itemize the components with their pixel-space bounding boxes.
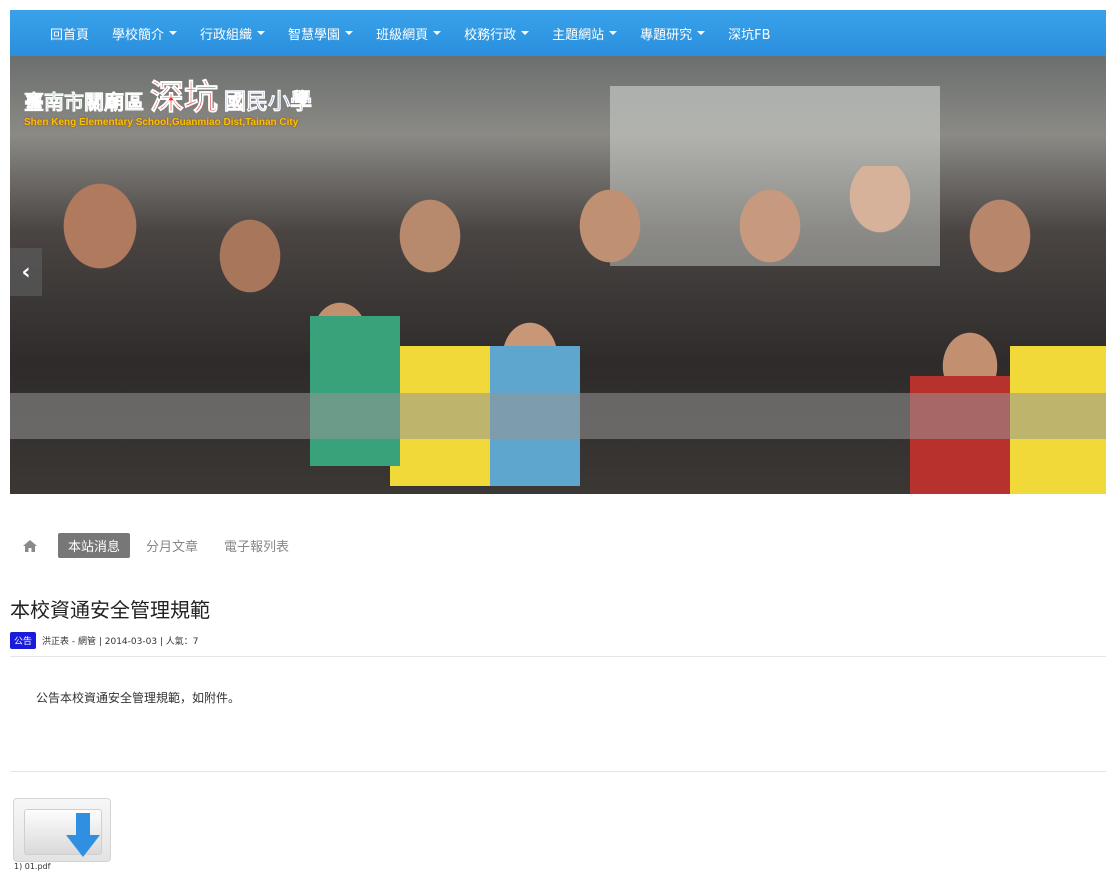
news-tabs: 本站消息 分月文章 電子報列表 [22,533,305,558]
banner-caption-band [10,393,1106,439]
nav-theme-sites[interactable]: 主題網站 [540,10,628,56]
tab-monthly-articles[interactable]: 分月文章 [136,533,208,558]
article-body-text: 公告本校資通安全管理規範，如附件。 [36,691,241,705]
download-arrow-icon [66,813,100,857]
attachment-filename[interactable]: 1) 01.pdf [14,862,50,871]
article-author-date: 洪正表 - 網管 | 2014-03-03 | 人氣：7 [42,637,199,647]
nav-school-admin[interactable]: 校務行政 [452,10,540,56]
article-body: 公告本校資通安全管理規範，如附件。 [10,656,1106,772]
nav-home[interactable]: 回首頁 [10,10,100,56]
caret-down-icon [609,31,618,35]
slideshow-prev-button[interactable]: ‹ [10,248,42,296]
banner-slideshow: 臺南市關廟區 深坑 國民小學 Shen Keng Elementary School… [10,56,1106,494]
caret-down-icon [433,31,442,35]
top-navbar: 回首頁 學校簡介 行政組織 智慧學園 班級網頁 校務行政 主題網站 專題研究 深… [10,10,1106,56]
banner-photo-detail [310,316,400,466]
home-icon[interactable] [22,539,38,553]
caret-down-icon [697,31,706,35]
caret-down-icon [521,31,530,35]
caret-down-icon [257,31,266,35]
caret-down-icon [345,31,354,35]
nav-facebook[interactable]: 深坑FB [716,10,781,56]
article-meta: 公告 洪正表 - 網管 | 2014-03-03 | 人氣：7 [10,632,199,649]
caret-down-icon [169,31,178,35]
article-title: 本校資通安全管理規範 [10,598,210,622]
nav-class-pages[interactable]: 班級網頁 [364,10,452,56]
school-logo: 臺南市關廟區 深坑 國民小學 Shen Keng Elementary School… [24,78,313,128]
nav-smart-campus[interactable]: 智慧學園 [276,10,364,56]
attachment-download-button[interactable] [13,798,111,862]
nav-school-intro[interactable]: 學校簡介 [100,10,188,56]
category-badge[interactable]: 公告 [10,632,37,649]
nav-admin-org[interactable]: 行政組織 [188,10,276,56]
tab-newsletter-list[interactable]: 電子報列表 [214,533,299,558]
chevron-left-icon: ‹ [21,259,31,285]
tab-site-news[interactable]: 本站消息 [58,533,131,558]
nav-research[interactable]: 專題研究 [628,10,716,56]
